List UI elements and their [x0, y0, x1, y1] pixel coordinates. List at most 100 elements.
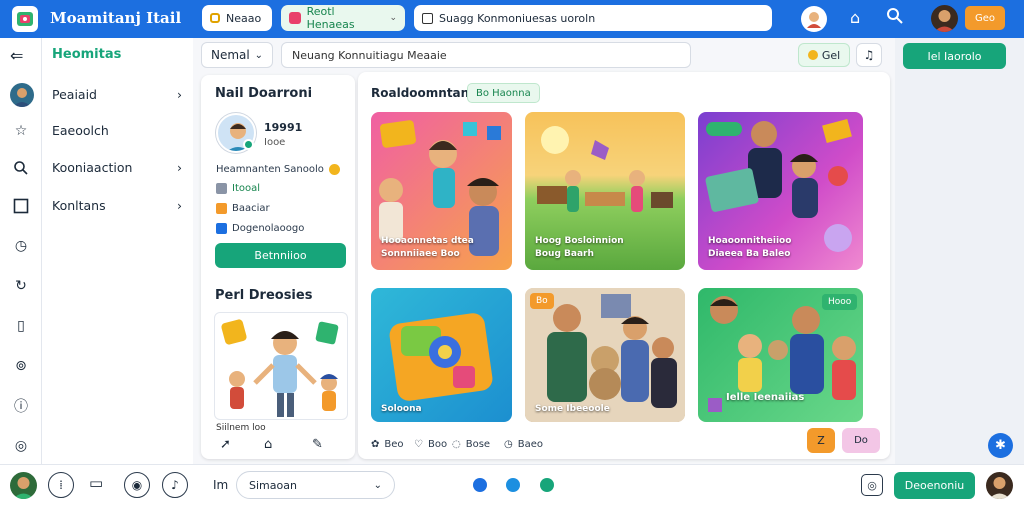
home-icon[interactable]: ⌂ [850, 8, 870, 28]
profile-item-2[interactable]: Baaciar [216, 203, 270, 214]
tile-caption: Soloona [381, 404, 422, 414]
illustration-caption: Siilnem loo [216, 423, 266, 433]
sidebar-item-label: Peaiaid [52, 86, 97, 102]
tile-subcaption: Boug Baarh [535, 249, 594, 259]
page-dot-2[interactable] [506, 478, 520, 492]
sidebar-header: Heomitas [52, 47, 122, 62]
sidebar-item-peaiaid[interactable]: Peaiaid › [52, 83, 182, 105]
meta-text: Beo [384, 439, 404, 450]
smile-icon [328, 164, 340, 175]
floating-help-button[interactable]: ✱ [988, 433, 1013, 458]
share-icon[interactable]: ➚ [220, 437, 231, 452]
gel-chip[interactable]: Gel [798, 43, 850, 67]
settings-icon[interactable]: ⊚ [11, 356, 31, 376]
square-icon[interactable] [11, 196, 31, 216]
meta-item[interactable]: ✿ Beo [371, 439, 404, 450]
camera-icon[interactable]: ◉ [124, 472, 150, 498]
home-icon[interactable]: ⌂ [264, 437, 272, 452]
page-dot-1[interactable] [473, 478, 487, 492]
sidebar-avatar[interactable] [10, 83, 34, 107]
top-right-action-button[interactable]: Iel Iaorolo [903, 43, 1006, 69]
profile-item-text: Itooal [232, 183, 261, 194]
grid-icon [216, 183, 227, 194]
feed-tile-3[interactable]: Hoaoonnitheiioo Diaeea Ba Baleo [698, 112, 863, 270]
address-text: Suagg Konmoniuesas uoroln [439, 11, 596, 25]
search-icon[interactable] [885, 6, 905, 26]
tab-reotl-henaeas[interactable]: Reotl Henaeas ⌄ [281, 5, 405, 31]
sidebar-item-eaeoolch[interactable]: Eaeoolch [52, 119, 182, 141]
profile-item-text: Dogenolaoogo [232, 223, 305, 234]
bell-icon[interactable]: ♫ [856, 43, 882, 67]
bottom-select[interactable]: Simaoan ⌄ [236, 471, 395, 499]
profile-item-text: Baaciar [232, 203, 270, 214]
chevron-right-icon: › [177, 159, 182, 175]
view-dropdown[interactable]: Nemal ⌄ [201, 42, 273, 68]
tab-label: Neaao [226, 11, 262, 25]
chat-icon[interactable]: ▭ [89, 474, 103, 492]
bottom-label: Im [213, 478, 229, 492]
feed-tile-2[interactable]: Hoog Bosloinnion Boug Baarh [525, 112, 685, 270]
app-title: Moamitanj Itail [50, 9, 182, 27]
sidebar-item-label: Eaeoolch [52, 122, 109, 138]
profile-avatar[interactable] [801, 6, 827, 32]
feed-tile-4[interactable]: Soloona [371, 288, 512, 422]
help-icon[interactable]: ◎ [11, 436, 31, 456]
file-icon[interactable]: ▯ [11, 316, 31, 336]
refresh-icon[interactable]: ↻ [11, 276, 31, 296]
chevron-down-icon: ⌄ [389, 13, 397, 23]
meta-item[interactable]: ◌ Bose [452, 439, 490, 450]
bottom-avatar[interactable] [10, 472, 37, 499]
dropdown-label: Nemal [211, 48, 250, 62]
pink-small-button[interactable]: Do [842, 428, 880, 453]
tile-caption: Some Ibeeoole [535, 404, 610, 414]
user-avatar[interactable] [931, 5, 958, 32]
info-icon[interactable]: ⓘ [11, 396, 31, 416]
search-text: Neuang Konnuitiagu Meaaie [292, 48, 447, 62]
feed-tag[interactable]: Bo Haonna [467, 83, 540, 103]
clock-icon[interactable]: ◷ [11, 236, 31, 256]
tab-neaao[interactable]: Neaao [202, 5, 272, 31]
content-search-input[interactable]: Neuang Konnuitiagu Meaaie [281, 42, 691, 68]
orange-action-button[interactable]: Geo [965, 6, 1005, 30]
chevron-right-icon: › [177, 197, 182, 213]
chip-label: Gel [821, 48, 841, 62]
tile-caption: Ielle Ieenaiias [726, 392, 805, 403]
back-arrow-icon[interactable]: ⇐ [10, 46, 23, 65]
profile-sub: Iooe [264, 137, 286, 148]
profile-action-button[interactable]: Betnniioo [215, 243, 346, 268]
check-icon [216, 223, 227, 234]
profile-item-3[interactable]: Dogenolaoogo [216, 223, 304, 234]
coin-icon [807, 50, 818, 60]
profile-line-1: Heamnanten Sanoolo [216, 164, 340, 175]
tile-badge: Bo [530, 293, 554, 309]
star-icon[interactable]: ☆ [11, 121, 31, 141]
address-bar[interactable]: Suagg Konmoniuesas uoroln [414, 5, 772, 31]
clock-icon: ◷ [504, 439, 513, 450]
tile-subcaption: Diaeea Ba Baleo [708, 249, 791, 259]
sidebar-item-kooniaaction[interactable]: Kooniaaction › [52, 156, 182, 178]
bottom-action-button[interactable]: Deoenoniu [894, 472, 975, 499]
online-status-icon [243, 139, 254, 150]
meta-item[interactable]: ◷ Baeo [504, 439, 543, 450]
meta-text: Baeo [517, 439, 543, 450]
feed-tile-1[interactable]: Hooaonnetas dtea Sonnniiaee Boo [371, 112, 512, 270]
meta-item[interactable]: ♡ Boo [414, 439, 447, 450]
app-logo-icon[interactable] [12, 6, 38, 32]
profile-card-title: Nail Doarroni [215, 86, 313, 101]
tile-subcaption: Sonnniiaee Boo [381, 249, 460, 259]
tile-caption: Hoaoonnitheiioo [708, 236, 792, 246]
meta-text: Boo [427, 439, 448, 450]
page-icon [422, 12, 433, 24]
page-dot-3[interactable] [540, 478, 554, 492]
select-value: Simaoan [249, 478, 297, 492]
music-icon[interactable]: ♪ [162, 472, 188, 498]
orange-small-button[interactable]: Z [807, 428, 835, 453]
bottom-user-avatar[interactable] [986, 472, 1013, 499]
meta-text: Bose [465, 439, 491, 450]
info-icon[interactable]: ⁞ [48, 472, 74, 498]
edit-icon[interactable]: ✎ [312, 437, 323, 452]
sidebar-item-konltans[interactable]: Konltans › [52, 194, 182, 216]
search-icon[interactable] [11, 158, 31, 178]
camera-icon[interactable]: ◎ [861, 474, 883, 496]
profile-item-1[interactable]: Itooal [216, 183, 260, 194]
